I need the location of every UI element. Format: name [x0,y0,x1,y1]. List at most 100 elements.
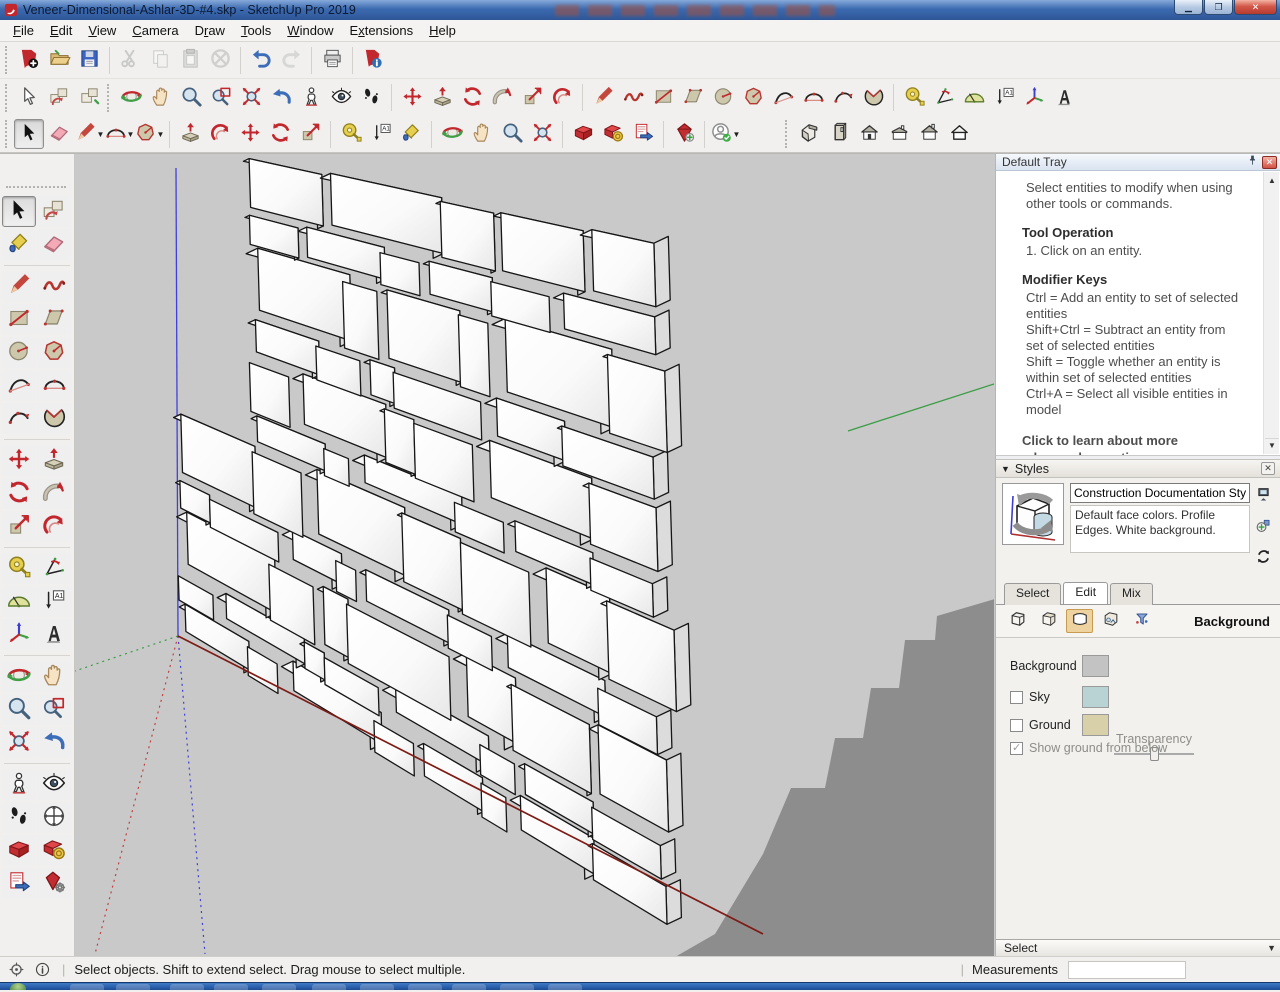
push-pull-button[interactable] [427,83,457,113]
two-point-arc-button[interactable]: ▼ [104,119,134,149]
print-button[interactable] [317,45,347,75]
offset-button[interactable] [547,83,577,113]
scale-button[interactable] [517,83,547,113]
dropdown-arrow-icon[interactable]: ▼ [733,130,741,139]
menu-item-draw[interactable]: Draw [187,21,233,40]
extension-warehouse-button[interactable] [669,119,699,149]
freehand-button[interactable] [618,83,648,113]
line-button[interactable] [588,83,618,113]
look-around-button[interactable] [326,83,356,113]
pan-button[interactable] [146,83,176,113]
orbit-button[interactable] [2,661,36,692]
three-d-text-button[interactable] [1049,83,1079,113]
dimension-button[interactable] [37,553,71,584]
get-models-button[interactable] [598,119,628,149]
erase-button[interactable] [205,45,235,75]
view-back-button[interactable] [914,119,944,149]
rectangle-button[interactable] [2,304,36,335]
taskbar-app-icon[interactable] [70,984,104,990]
restore-button[interactable]: ❐ [1204,0,1233,15]
close-button[interactable]: ✕ [1234,0,1277,15]
geolocation-icon[interactable] [8,961,25,978]
three-point-arc-button[interactable] [828,83,858,113]
styles-bottom-bar[interactable]: Select ▼ [996,939,1280,956]
scale-button[interactable] [2,511,36,542]
collapse-triangle-icon[interactable]: ▼ [1001,464,1010,474]
undo-button[interactable] [246,45,276,75]
taskbar-app-icon[interactable] [262,984,296,990]
text-button[interactable]: A1 [366,119,396,149]
style-thumbnail[interactable] [1002,483,1064,545]
monitor[interactable] [1254,485,1273,509]
toolbar-drag-handle[interactable] [5,83,11,112]
styles-close-icon[interactable]: ✕ [1261,462,1275,475]
move-button[interactable] [235,119,265,149]
extension-manager-button[interactable] [37,868,71,899]
share-model-button[interactable] [2,868,36,899]
zoom-window-button[interactable] [37,694,71,725]
push-pull-button[interactable] [175,119,205,149]
windows-taskbar[interactable] [0,982,1280,990]
offset-button[interactable] [205,119,235,149]
zoom-extents-button[interactable] [2,727,36,758]
follow-me-button[interactable] [37,478,71,509]
eraser-button[interactable] [37,229,71,260]
share-model-button[interactable] [628,119,658,149]
toolbar-drag-handle[interactable] [5,120,11,148]
modeling-style[interactable] [1128,609,1155,633]
add-style[interactable] [1254,516,1273,540]
scale-button[interactable] [295,119,325,149]
previous-button[interactable] [266,83,296,113]
toolbar-drag-handle[interactable] [5,46,11,74]
zoom-extents-button[interactable] [527,119,557,149]
freehand-button[interactable] [37,271,71,302]
credits-info-icon[interactable] [34,961,51,978]
axes-button[interactable] [1019,83,1049,113]
previous-button[interactable] [37,727,71,758]
rotate-button[interactable] [265,119,295,149]
zoom-window-button[interactable] [206,83,236,113]
tape-measure-button[interactable] [336,119,366,149]
redo-button[interactable] [276,45,306,75]
polygon-button[interactable]: ▼ [134,119,164,149]
protractor-button[interactable] [2,586,36,617]
paint-bucket-button[interactable] [2,229,36,260]
ground-checkbox[interactable] [1010,718,1023,732]
tab-edit[interactable]: Edit [1063,582,1109,604]
rectangle-button[interactable] [648,83,678,113]
scroll-down-icon[interactable]: ▼ [1265,438,1279,452]
edge-style[interactable] [1004,609,1031,633]
ground-color-swatch[interactable] [1082,714,1109,736]
view-top-button[interactable] [824,119,854,149]
cut-button[interactable] [115,45,145,75]
zoom-button[interactable] [497,119,527,149]
taskbar-app-icon[interactable] [116,984,150,990]
make-component-button[interactable] [44,83,74,113]
offset-button[interactable] [37,511,71,542]
instructor-scrollbar[interactable]: ▲ ▼ [1263,172,1279,454]
taskbar-app-icon[interactable] [548,984,582,990]
three-point-arc-button[interactable] [2,403,36,434]
title-bar[interactable]: Veneer-Dimensional-Ashlar-3D-#4.skp - Sk… [0,0,1280,20]
dimension-button[interactable] [929,83,959,113]
position-camera-button[interactable] [2,769,36,800]
three-d-warehouse-button[interactable] [568,119,598,149]
model-info-button[interactable] [358,45,388,75]
two-point-arc-button[interactable] [37,370,71,401]
taskbar-app-icon[interactable] [452,984,486,990]
line-button[interactable] [2,271,36,302]
polygon-button[interactable] [37,337,71,368]
save-button[interactable] [74,45,104,75]
view-right-button[interactable] [884,119,914,149]
make-group-button[interactable] [74,83,104,113]
menu-item-help[interactable]: Help [421,21,464,40]
move-button[interactable] [2,445,36,476]
section-plane-button[interactable] [37,802,71,833]
taskbar-app-icon[interactable] [312,984,346,990]
menu-item-tools[interactable]: Tools [233,21,279,40]
tray-header[interactable]: Default Tray ✕ [996,154,1280,171]
view-front-button[interactable] [854,119,884,149]
two-point-arc-button[interactable] [798,83,828,113]
arc-button[interactable] [768,83,798,113]
orbit-button[interactable] [116,83,146,113]
